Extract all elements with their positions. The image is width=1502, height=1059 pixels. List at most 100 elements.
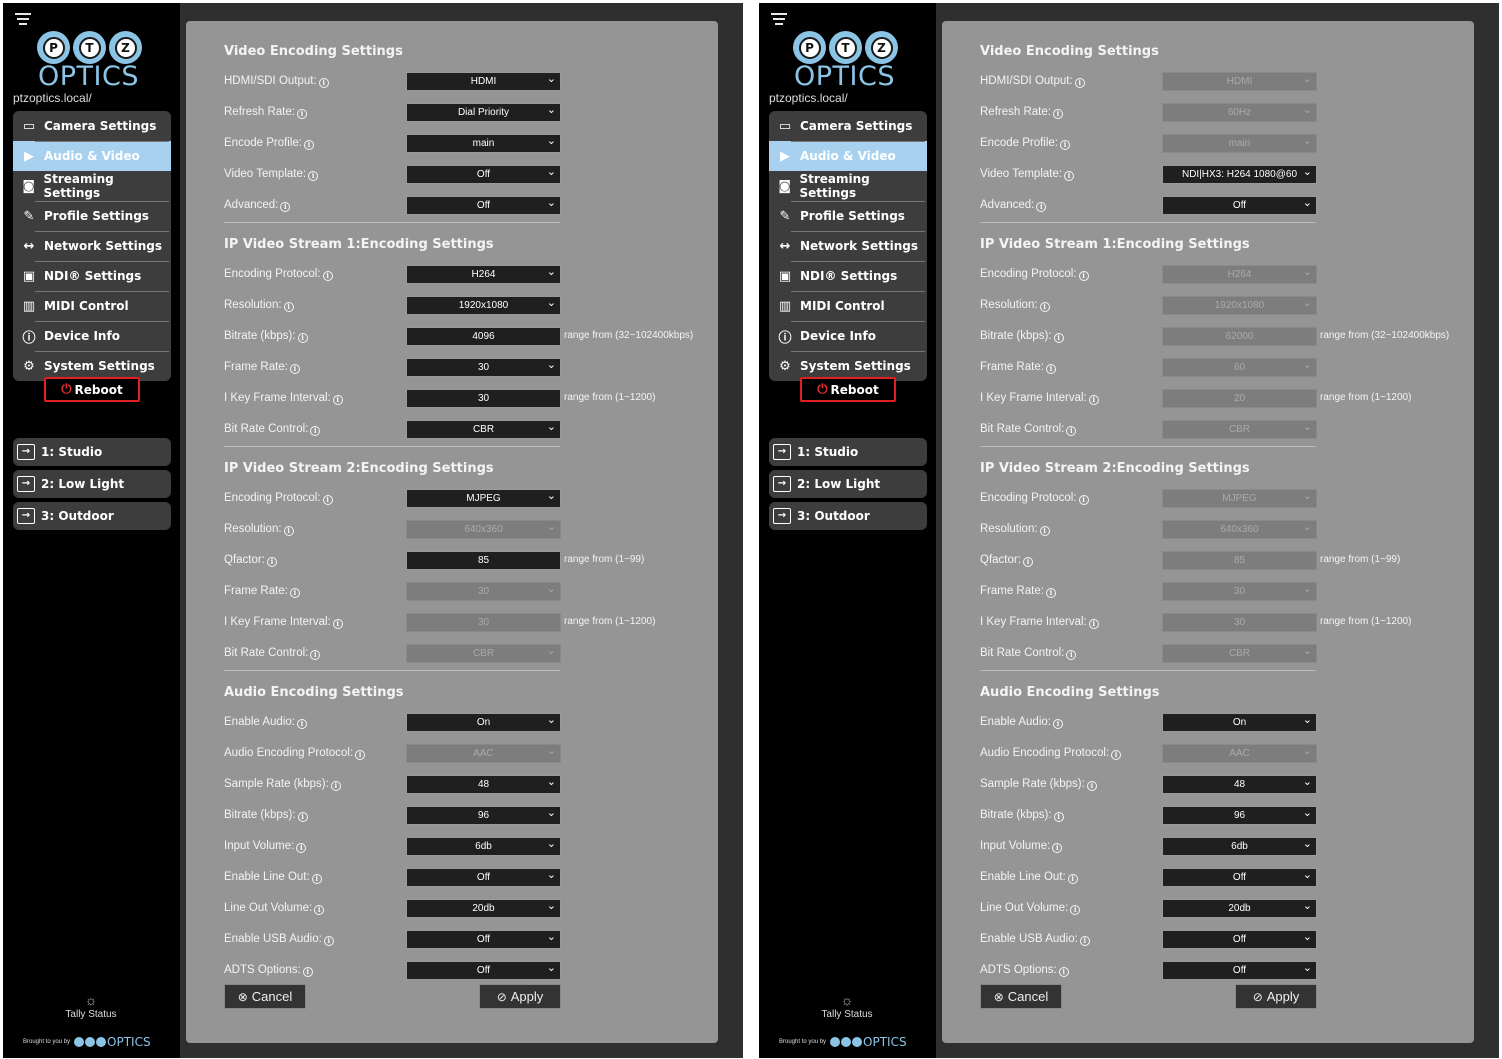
encode-profile-select[interactable]: main (406, 133, 561, 153)
info-icon[interactable]: i (1066, 650, 1077, 660)
preset-item[interactable]: → 1: Studio (769, 438, 927, 466)
hamburger-menu-icon[interactable] (15, 13, 31, 25)
info-icon[interactable]: i (1053, 333, 1064, 343)
info-icon[interactable]: i (323, 936, 334, 946)
line-out-volume-select[interactable]: 20db (1162, 898, 1317, 918)
info-icon[interactable]: i (280, 202, 291, 212)
sidebar-item-camera-settings[interactable]: ▭ Camera Settings (769, 111, 927, 141)
sidebar-item-network-settings[interactable]: ↔ Network Settings (769, 231, 927, 261)
info-icon[interactable]: i (296, 719, 307, 729)
bitrate-kbps-select[interactable]: 96 (406, 805, 561, 825)
tally-status[interactable]: ☼ Tally Status (759, 993, 935, 1020)
info-icon[interactable]: i (302, 967, 313, 977)
info-icon[interactable]: i (1022, 557, 1033, 567)
info-icon[interactable]: i (1064, 171, 1075, 181)
qfactor-input[interactable]: 85 (406, 551, 561, 570)
reboot-button[interactable]: ⏻ Reboot (800, 377, 896, 402)
sample-rate-kbps-select[interactable]: 48 (1162, 774, 1317, 794)
advanced-select[interactable]: Off (406, 195, 561, 215)
adts-options-select[interactable]: Off (1162, 960, 1317, 980)
preset-item[interactable]: → 2: Low Light (769, 470, 927, 498)
tally-status[interactable]: ☼ Tally Status (3, 993, 179, 1020)
info-icon[interactable]: i (1088, 395, 1099, 405)
info-icon[interactable]: i (297, 333, 308, 343)
preset-item[interactable]: → 1: Studio (13, 438, 171, 466)
sidebar-item-device-info[interactable]: ⓘ Device Info (13, 321, 171, 351)
bit-rate-control-select[interactable]: CBR (406, 419, 561, 439)
info-icon[interactable]: i (1111, 750, 1122, 760)
preset-item[interactable]: → 2: Low Light (13, 470, 171, 498)
sidebar-item-profile-settings[interactable]: ✎ Profile Settings (13, 201, 171, 231)
reboot-button[interactable]: ⏻ Reboot (44, 377, 140, 402)
cancel-button[interactable]: ⊗ Cancel (224, 984, 306, 1009)
info-icon[interactable]: i (1070, 905, 1081, 915)
enable-usb-audio-select[interactable]: Off (406, 929, 561, 949)
sidebar-item-midi-control[interactable]: ▥ MIDI Control (769, 291, 927, 321)
info-icon[interactable]: i (1052, 719, 1063, 729)
info-icon[interactable]: i (310, 426, 321, 436)
cancel-button[interactable]: ⊗ Cancel (980, 984, 1062, 1009)
advanced-select[interactable]: Off (1162, 195, 1317, 215)
info-icon[interactable]: i (322, 271, 333, 281)
info-icon[interactable]: i (1067, 874, 1078, 884)
info-icon[interactable]: i (322, 495, 333, 505)
info-icon[interactable]: i (308, 171, 319, 181)
preset-item[interactable]: → 3: Outdoor (769, 502, 927, 530)
sample-rate-kbps-select[interactable]: 48 (406, 774, 561, 794)
sidebar-item-midi-control[interactable]: ▥ MIDI Control (13, 291, 171, 321)
bitrate-kbps-input[interactable]: 4096 (406, 327, 561, 346)
info-icon[interactable]: i (1058, 967, 1069, 977)
info-icon[interactable]: i (283, 302, 294, 312)
enable-usb-audio-select[interactable]: Off (1162, 929, 1317, 949)
info-icon[interactable]: i (1039, 526, 1050, 536)
sidebar-item-camera-settings[interactable]: ▭ Camera Settings (13, 111, 171, 141)
info-icon[interactable]: i (1039, 302, 1050, 312)
video-template-select[interactable]: Off (406, 164, 561, 184)
preset-item[interactable]: → 3: Outdoor (13, 502, 171, 530)
enable-line-out-select[interactable]: Off (406, 867, 561, 887)
input-volume-select[interactable]: 6db (406, 836, 561, 856)
line-out-volume-select[interactable]: 20db (406, 898, 561, 918)
info-icon[interactable]: i (289, 588, 300, 598)
info-icon[interactable]: i (332, 395, 343, 405)
sidebar-item-ndi-settings[interactable]: ▣ NDI® Settings (769, 261, 927, 291)
info-icon[interactable]: i (297, 812, 308, 822)
refresh-rate-select[interactable]: Dial Priority (406, 102, 561, 122)
info-icon[interactable]: i (1052, 109, 1063, 119)
info-icon[interactable]: i (310, 650, 321, 660)
frame-rate-select[interactable]: 30 (406, 357, 561, 377)
sidebar-item-network-settings[interactable]: ↔ Network Settings (13, 231, 171, 261)
info-icon[interactable]: i (1078, 495, 1089, 505)
info-icon[interactable]: i (1052, 843, 1063, 853)
info-icon[interactable]: i (1086, 781, 1097, 791)
info-icon[interactable]: i (332, 619, 343, 629)
hamburger-menu-icon[interactable] (771, 13, 787, 25)
sidebar-item-audio-video[interactable]: ▶ Audio & Video (13, 141, 171, 171)
sidebar-item-streaming-settings[interactable]: ◙ Streaming Settings (13, 171, 171, 201)
encoding-protocol-select[interactable]: H264 (406, 264, 561, 284)
resolution-select[interactable]: 1920x1080 (406, 295, 561, 315)
sidebar-item-device-info[interactable]: ⓘ Device Info (769, 321, 927, 351)
encoding-protocol-select[interactable]: MJPEG (406, 488, 561, 508)
info-icon[interactable]: i (1045, 588, 1056, 598)
info-icon[interactable]: i (296, 843, 307, 853)
apply-button[interactable]: ⊘ Apply (479, 984, 561, 1009)
info-icon[interactable]: i (1060, 140, 1070, 150)
info-icon[interactable]: i (1074, 78, 1085, 88)
video-template-select[interactable]: NDI|HX3: H264 1080@60 (1162, 164, 1317, 184)
info-icon[interactable]: i (1079, 936, 1090, 946)
info-icon[interactable]: i (1088, 619, 1099, 629)
info-icon[interactable]: i (311, 874, 322, 884)
hdmi-sdi-output-select[interactable]: HDMI (406, 71, 561, 91)
i-key-frame-interval-input[interactable]: 30 (406, 389, 561, 408)
sidebar-item-profile-settings[interactable]: ✎ Profile Settings (769, 201, 927, 231)
info-icon[interactable]: i (314, 905, 325, 915)
info-icon[interactable]: i (1045, 364, 1056, 374)
info-icon[interactable]: i (304, 140, 314, 150)
info-icon[interactable]: i (1053, 812, 1064, 822)
info-icon[interactable]: i (283, 526, 294, 536)
bitrate-kbps-select[interactable]: 96 (1162, 805, 1317, 825)
sidebar-item-streaming-settings[interactable]: ◙ Streaming Settings (769, 171, 927, 201)
apply-button[interactable]: ⊘ Apply (1235, 984, 1317, 1009)
info-icon[interactable]: i (330, 781, 341, 791)
